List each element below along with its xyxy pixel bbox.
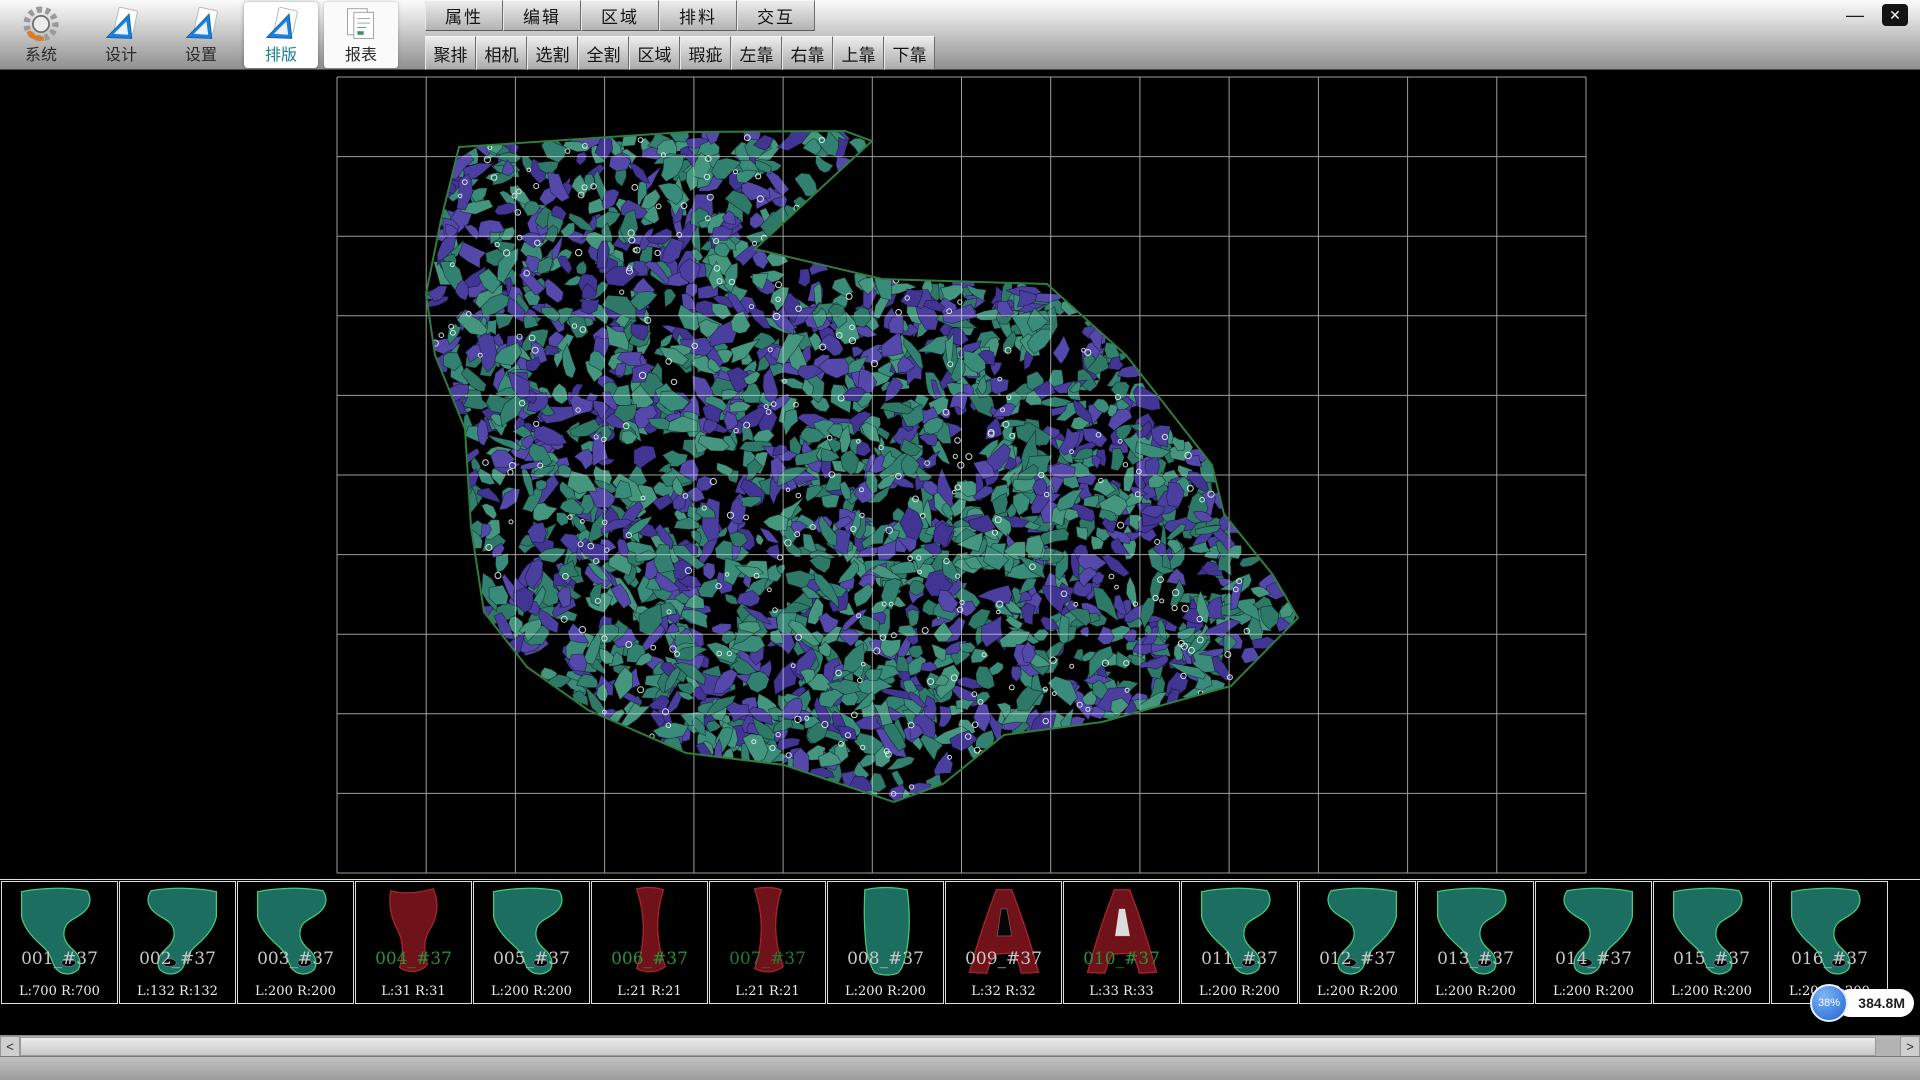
piece-lr-label: L:200 R:200 <box>1418 984 1533 999</box>
thumbnail-cell-4[interactable]: 004_#37 L:31 R:31 <box>355 881 472 1004</box>
piece-lr-label: L:21 R:21 <box>592 984 707 999</box>
thumbnail-cell-9[interactable]: 009_#37 L:32 R:32 <box>945 881 1062 1004</box>
piece-id-label: 011_#37 <box>1182 949 1297 969</box>
piece-id-label: 009_#37 <box>946 949 1061 969</box>
menu-tabs: 属性编辑区域排料交互 <box>425 0 815 31</box>
report-icon <box>341 6 381 42</box>
thumbnail-cell-13[interactable]: 013_#37 L:200 R:200 <box>1417 881 1534 1004</box>
tool-button-3[interactable]: 选割 <box>527 36 578 70</box>
app-button-label: 排版 <box>265 48 297 64</box>
piece-id-label: 004_#37 <box>356 949 471 969</box>
minimize-button[interactable]: — <box>1842 4 1868 26</box>
tool-button-8[interactable]: 右靠 <box>782 36 833 70</box>
piece-id-label: 015_#37 <box>1654 949 1769 969</box>
close-button[interactable]: ✕ <box>1882 4 1908 26</box>
piece-lr-label: L:32 R:32 <box>946 984 1061 999</box>
scroll-right-button[interactable]: > <box>1900 1036 1920 1057</box>
tool-button-10[interactable]: 下靠 <box>884 36 935 70</box>
piece-lr-label: L:200 R:200 <box>1536 984 1651 999</box>
app-button-4[interactable]: 排版 <box>244 2 318 68</box>
thumbnail-cell-1[interactable]: 001_#37 L:700 R:700 <box>1 881 118 1004</box>
piece-lr-label: L:21 R:21 <box>710 984 825 999</box>
app-button-1[interactable]: 系统 <box>4 2 78 68</box>
menu-tab-1[interactable]: 属性 <box>425 0 503 31</box>
nesting-canvas-svg <box>0 70 1920 878</box>
app-button-label: 设置 <box>185 48 217 64</box>
scrollbar-thumb[interactable] <box>20 1037 1876 1056</box>
piece-id-label: 007_#37 <box>710 949 825 969</box>
piece-thumbnail-strip: 001_#37 L:700 R:700002_#37 L:132 R:132003_… <box>0 879 1920 1004</box>
design-icon <box>101 6 141 42</box>
gear-icon <box>21 6 61 42</box>
menu-tab-5[interactable]: 交互 <box>737 0 815 31</box>
title-toolbar: 系统设计设置排版报表 属性编辑区域排料交互 聚排相机选割全割区域瑕疵左靠右靠上靠… <box>0 0 1920 70</box>
thumbnail-cell-6[interactable]: 006_#37 L:21 R:21 <box>591 881 708 1004</box>
piece-id-label: 014_#37 <box>1536 949 1651 969</box>
progress-badge: 38% <box>1810 984 1848 1022</box>
status-bar <box>0 1056 1920 1080</box>
piece-id-label: 005_#37 <box>474 949 589 969</box>
tool-button-1[interactable]: 聚排 <box>425 36 476 70</box>
tool-buttons: 聚排相机选割全割区域瑕疵左靠右靠上靠下靠 <box>425 36 935 70</box>
horizontal-scrollbar[interactable]: < > <box>0 1035 1920 1056</box>
piece-id-label: 013_#37 <box>1418 949 1533 969</box>
piece-lr-label: L:200 R:200 <box>828 984 943 999</box>
nesting-icon <box>261 6 301 42</box>
app-button-2[interactable]: 设计 <box>84 2 158 68</box>
app-button-label: 系统 <box>25 48 57 64</box>
thumbnail-cell-8[interactable]: 008_#37 L:200 R:200 <box>827 881 944 1004</box>
scroll-left-button[interactable]: < <box>0 1036 20 1057</box>
tool-button-9[interactable]: 上靠 <box>833 36 884 70</box>
piece-id-label: 010_#37 <box>1064 949 1179 969</box>
thumbnail-cell-14[interactable]: 014_#37 L:200 R:200 <box>1535 881 1652 1004</box>
menu-tab-2[interactable]: 编辑 <box>503 0 581 31</box>
thumbnail-cell-3[interactable]: 003_#37 L:200 R:200 <box>237 881 354 1004</box>
app-button-3[interactable]: 设置 <box>164 2 238 68</box>
memory-value: 384.8M <box>1858 995 1905 1011</box>
thumbnail-cell-12[interactable]: 012_#37 L:200 R:200 <box>1299 881 1416 1004</box>
menu-tab-3[interactable]: 区域 <box>581 0 659 31</box>
app-button-5[interactable]: 报表 <box>324 2 398 68</box>
piece-lr-label: L:200 R:200 <box>238 984 353 999</box>
tool-button-5[interactable]: 区域 <box>629 36 680 70</box>
progress-percent: 38% <box>1818 997 1840 1009</box>
thumbnail-cell-7[interactable]: 007_#37 L:21 R:21 <box>709 881 826 1004</box>
piece-id-label: 012_#37 <box>1300 949 1415 969</box>
tool-button-6[interactable]: 瑕疵 <box>680 36 731 70</box>
menu-tab-4[interactable]: 排料 <box>659 0 737 31</box>
piece-id-label: 003_#37 <box>238 949 353 969</box>
piece-lr-label: L:33 R:33 <box>1064 984 1179 999</box>
nesting-canvas[interactable] <box>0 70 1920 878</box>
tool-button-7[interactable]: 左靠 <box>731 36 782 70</box>
piece-id-label: 002_#37 <box>120 949 235 969</box>
piece-id-label: 006_#37 <box>592 949 707 969</box>
piece-lr-label: L:700 R:700 <box>2 984 117 999</box>
app-button-label: 设计 <box>105 48 137 64</box>
piece-lr-label: L:200 R:200 <box>1300 984 1415 999</box>
piece-id-label: 008_#37 <box>828 949 943 969</box>
app-button-label: 报表 <box>345 48 377 64</box>
piece-lr-label: L:200 R:200 <box>1654 984 1769 999</box>
thumbnail-cell-10[interactable]: 010_#37 L:33 R:33 <box>1063 881 1180 1004</box>
piece-lr-label: L:200 R:200 <box>474 984 589 999</box>
app-buttons: 系统 设计 设置 排版 报表 <box>0 0 420 70</box>
thumbnail-cell-11[interactable]: 011_#37 L:200 R:200 <box>1181 881 1298 1004</box>
tool-button-2[interactable]: 相机 <box>476 36 527 70</box>
thumbnail-cell-15[interactable]: 015_#37 L:200 R:200 <box>1653 881 1770 1004</box>
settings-icon <box>181 6 221 42</box>
piece-lr-label: L:200 R:200 <box>1182 984 1297 999</box>
piece-id-label: 016_#37 <box>1772 949 1887 969</box>
piece-id-label: 001_#37 <box>2 949 117 969</box>
piece-lr-label: L:31 R:31 <box>356 984 471 999</box>
piece-lr-label: L:132 R:132 <box>120 984 235 999</box>
tool-button-4[interactable]: 全割 <box>578 36 629 70</box>
thumbnail-cell-5[interactable]: 005_#37 L:200 R:200 <box>473 881 590 1004</box>
thumbnail-cell-2[interactable]: 002_#37 L:132 R:132 <box>119 881 236 1004</box>
